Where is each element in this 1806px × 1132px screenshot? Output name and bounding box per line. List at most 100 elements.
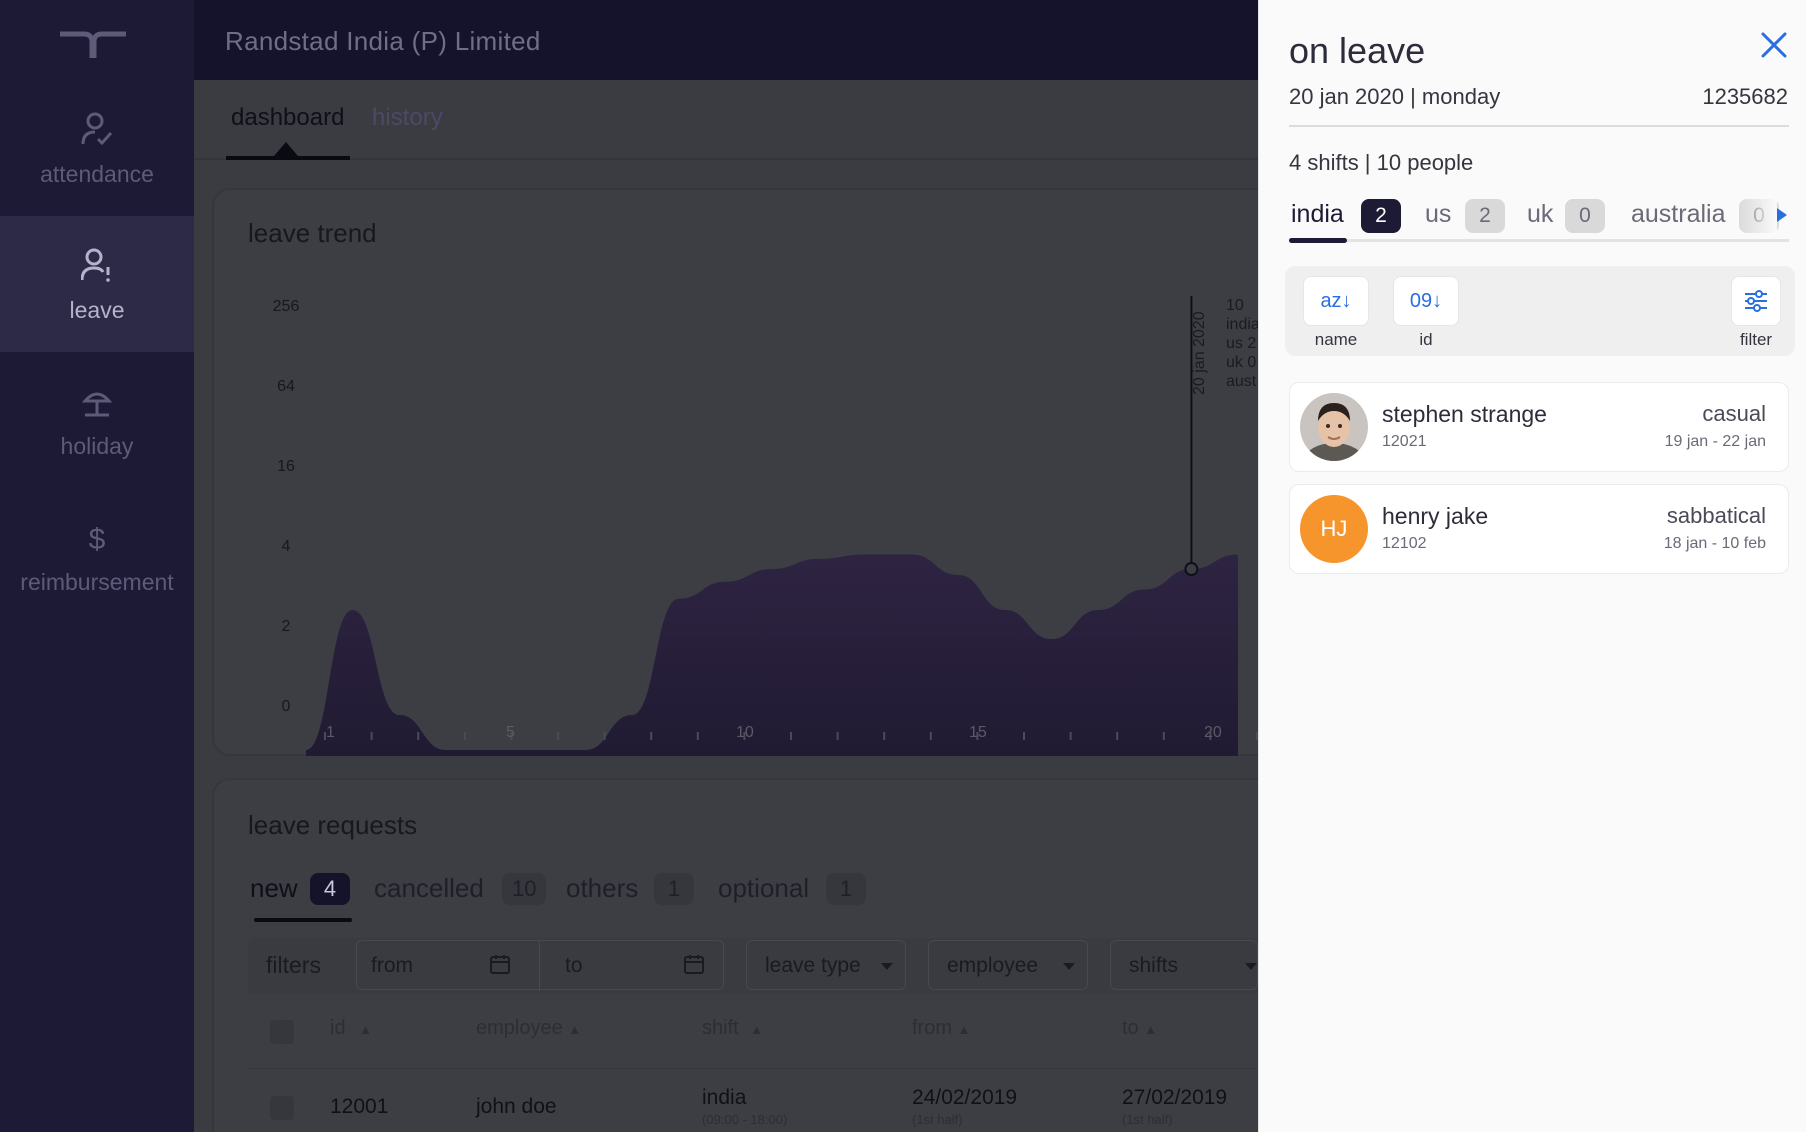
row-checkbox[interactable] xyxy=(270,1096,294,1120)
on-leave-panel: on leave 20 jan 2020 | monday 1235682 4 … xyxy=(1258,0,1806,1132)
country-tab-us[interactable]: us xyxy=(1425,200,1451,229)
row-to-half: (1st half) xyxy=(1122,1112,1173,1127)
leave-trend-chart xyxy=(306,296,1258,756)
sort-by-id-label: id xyxy=(1419,330,1433,349)
sliders-icon xyxy=(1745,290,1767,312)
divider xyxy=(1289,125,1789,127)
sidebar-item-attendance[interactable]: attendance xyxy=(0,80,194,216)
tab-history[interactable]: history xyxy=(372,104,443,132)
x-tick-mark xyxy=(370,732,373,740)
y-tick: 2 xyxy=(281,618,291,635)
sort-icon: ▲ xyxy=(359,1022,373,1037)
x-tick-mark xyxy=(463,732,466,740)
sort-icon: ▲ xyxy=(750,1022,764,1037)
column-header-employee[interactable]: employee ▲ xyxy=(476,1017,581,1040)
employee-select[interactable]: employee xyxy=(928,940,1088,990)
x-tick: 5 xyxy=(506,724,515,741)
leave-requests-title: leave requests xyxy=(248,810,418,840)
x-tick-mark xyxy=(1116,732,1119,740)
x-tick-mark xyxy=(1069,732,1072,740)
scroll-right-icon[interactable] xyxy=(1777,208,1787,222)
x-tick-mark xyxy=(1023,732,1025,740)
leave-type: casual xyxy=(1702,401,1766,426)
person-id: 12102 xyxy=(1382,535,1427,552)
marker-tooltip: 10 india us 2 uk 0 aust xyxy=(1226,297,1258,390)
x-tick: 1 xyxy=(326,724,335,741)
scroll-fade xyxy=(1737,196,1777,236)
country-tab-australia[interactable]: australia xyxy=(1631,200,1726,229)
sidebar-item-leave[interactable]: leave xyxy=(0,216,194,352)
marker-point[interactable] xyxy=(1184,562,1199,577)
column-header-to[interactable]: to ▲ xyxy=(1122,1017,1157,1040)
request-tab-others[interactable]: others xyxy=(566,873,638,904)
filter-button[interactable] xyxy=(1731,276,1781,326)
shifts-select[interactable]: shifts xyxy=(1110,940,1258,990)
active-tab-caret xyxy=(274,142,298,156)
y-tick: 0 xyxy=(281,698,291,715)
person-id: 12021 xyxy=(1382,433,1427,450)
date-range-filter: from to xyxy=(356,940,724,991)
leave-type-select[interactable]: leave type xyxy=(746,940,906,990)
column-header-id[interactable]: id ▲ xyxy=(330,1017,372,1040)
sidebar-item-label: reimbursement xyxy=(20,568,174,595)
reimbursement-icon: $ xyxy=(79,517,115,557)
request-tab-optional[interactable]: optional xyxy=(718,873,809,904)
row-id: 12001 xyxy=(330,1095,389,1118)
to-date-input[interactable]: to xyxy=(565,954,583,978)
x-tick: 20 xyxy=(1204,724,1222,741)
x-tick-mark xyxy=(1162,732,1165,740)
sidebar-item-reimbursement[interactable]: $ reimbursement xyxy=(0,488,194,624)
sort-az-icon: az↓ xyxy=(1320,289,1352,312)
leave-type: sabbatical xyxy=(1666,503,1766,528)
sort-by-id-button[interactable]: 09↓ xyxy=(1393,276,1459,326)
row-from-half: (1st half) xyxy=(912,1112,963,1127)
column-header-from[interactable]: from ▲ xyxy=(912,1017,970,1040)
country-tab-underline xyxy=(1289,238,1347,243)
x-tick-mark xyxy=(417,732,420,740)
panel-id: 1235682 xyxy=(1702,84,1788,109)
x-tick-mark xyxy=(603,732,606,740)
y-tick: 64 xyxy=(277,378,295,395)
request-tab-cancelled[interactable]: cancelled xyxy=(374,873,484,904)
x-tick-mark xyxy=(557,732,559,740)
calendar-icon[interactable] xyxy=(683,953,705,975)
person-name: stephen strange xyxy=(1382,401,1547,427)
x-tick-mark xyxy=(650,732,653,740)
avatar: HJ xyxy=(1300,495,1368,563)
sidebar-item-label: holiday xyxy=(60,432,134,459)
tab-dashboard[interactable]: dashboard xyxy=(231,104,344,132)
request-tab-optional-count: 1 xyxy=(826,873,866,905)
panel-date: 20 jan 2020 | monday xyxy=(1289,84,1501,109)
request-tab-underline xyxy=(254,918,352,922)
chevron-down-icon xyxy=(1245,963,1257,970)
y-tick: 16 xyxy=(277,458,295,475)
sort-09-icon: 09↓ xyxy=(1409,289,1443,312)
close-icon[interactable] xyxy=(1759,30,1789,60)
y-tick: 4 xyxy=(281,538,291,555)
row-employee: john doe xyxy=(476,1095,557,1118)
person-card[interactable]: stephen strange 12021 casual 19 jan - 22… xyxy=(1289,382,1789,472)
svg-text:$: $ xyxy=(89,523,106,555)
request-tab-others-count: 1 xyxy=(654,873,694,905)
country-tab-india[interactable]: india xyxy=(1291,200,1344,229)
request-tab-new[interactable]: new xyxy=(250,873,298,904)
sidebar-item-label: leave xyxy=(69,296,125,323)
row-shift: india xyxy=(702,1086,747,1109)
sort-by-name-button[interactable]: az↓ xyxy=(1303,276,1369,326)
chevron-down-icon xyxy=(1063,963,1075,970)
country-tab-track xyxy=(1289,239,1789,242)
select-all-checkbox[interactable] xyxy=(270,1020,294,1044)
marker-date-label: 20 jan 2020 xyxy=(1191,311,1208,395)
calendar-icon[interactable] xyxy=(489,953,511,975)
sort-icon: ▲ xyxy=(1144,1022,1158,1037)
sidebar-item-holiday[interactable]: holiday xyxy=(0,352,194,488)
country-tab-uk[interactable]: uk xyxy=(1527,200,1553,229)
column-header-shift[interactable]: shift ▲ xyxy=(702,1017,763,1040)
person-card[interactable]: HJ henry jake 12102 sabbatical 18 jan - … xyxy=(1289,484,1789,574)
avatar xyxy=(1300,393,1368,461)
country-tab-us-count: 2 xyxy=(1465,199,1505,233)
from-date-input[interactable]: from xyxy=(371,954,413,978)
randstad-logo xyxy=(60,31,126,58)
sort-icon: ▲ xyxy=(957,1022,971,1037)
chevron-down-icon xyxy=(881,963,893,970)
